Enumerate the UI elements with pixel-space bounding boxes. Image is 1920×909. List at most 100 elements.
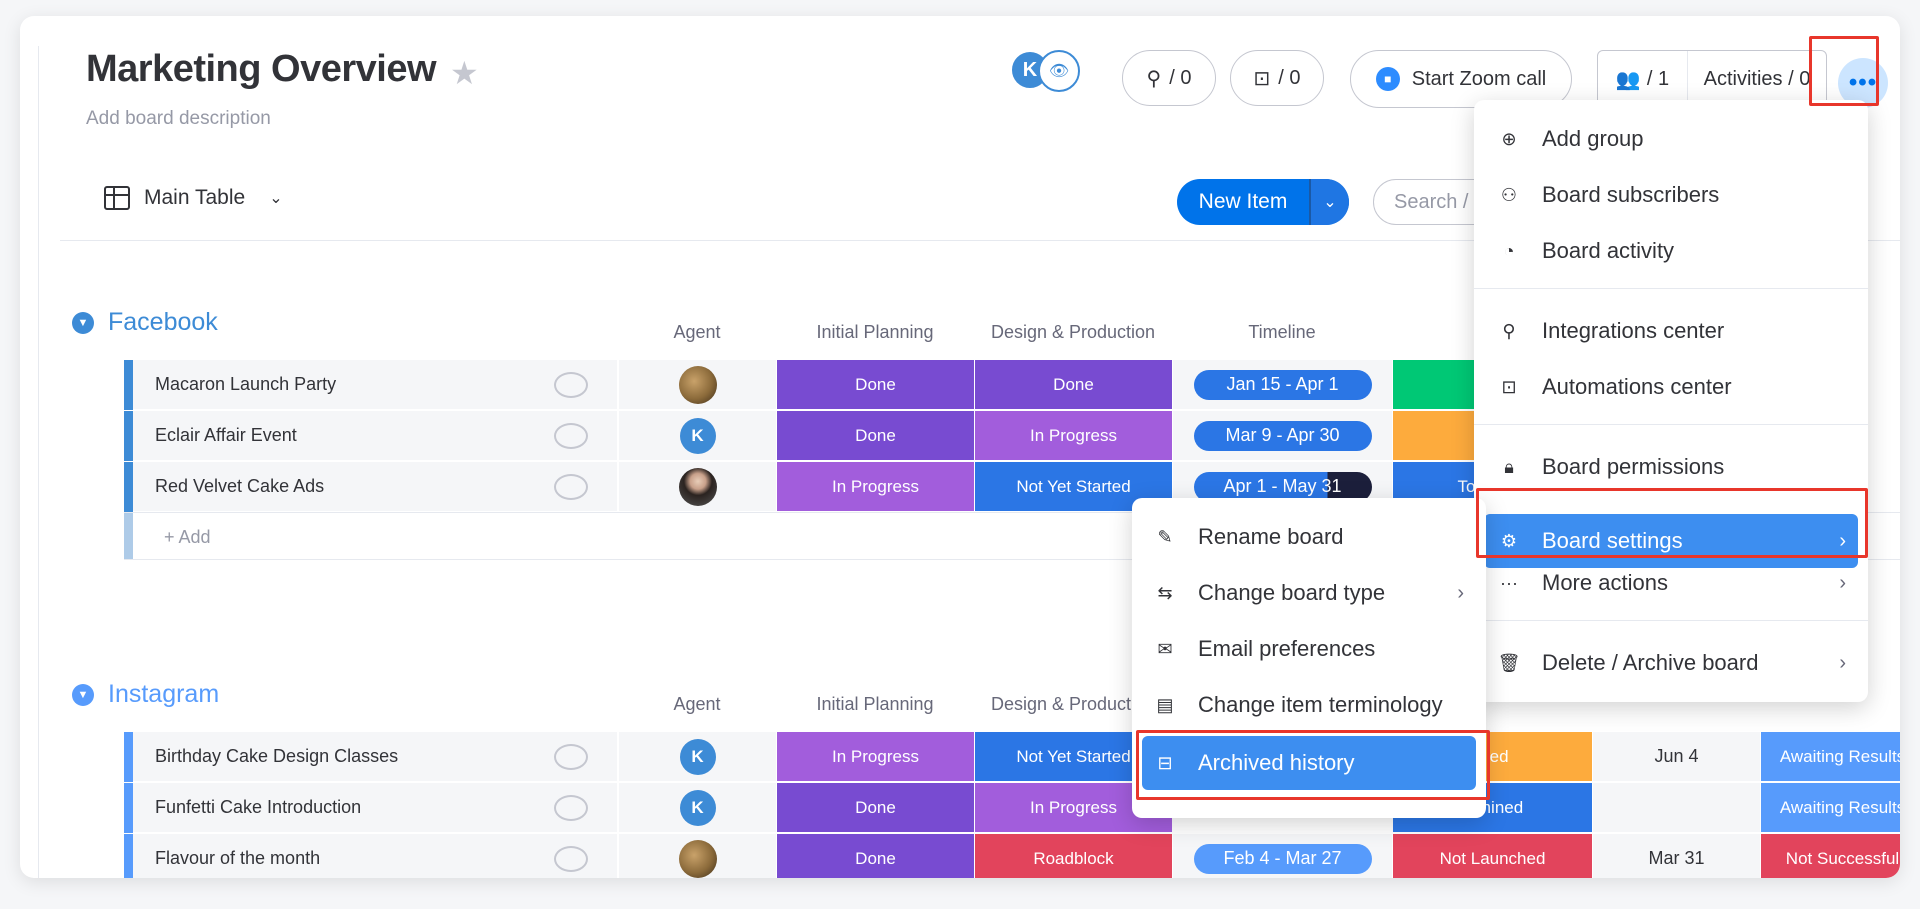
status-launch[interactable]: Not Launched [1392,834,1592,878]
menu-item-label: Change item terminology [1198,692,1443,717]
date-cell[interactable]: Mar 31 [1592,834,1760,878]
comment-icon[interactable] [554,474,588,500]
agent-cell[interactable]: K [618,783,776,833]
menu-item-integrations-center[interactable]: ⚲ Integrations center [1474,306,1868,356]
view-label: Main Table [144,186,246,209]
column-header-initial-planning[interactable]: Initial Planning [776,322,974,343]
avatar [678,467,717,506]
chevron-down-icon[interactable]: ⌄ [269,188,282,208]
agent-cell[interactable] [618,462,776,512]
collapse-icon[interactable]: ▼ [72,683,94,706]
comment-icon[interactable] [554,795,588,821]
persons-button[interactable]: 👥 / 1 [1598,51,1688,107]
column-header-agent[interactable]: Agent [618,322,776,343]
item-name[interactable]: Red Velvet Cake Ads [133,462,617,512]
item-name[interactable]: Birthday Cake Design Classes [133,732,617,782]
column-header-initial-planning[interactable]: Initial Planning [776,694,974,715]
column-header-agent[interactable]: Agent [618,694,776,715]
avatar [678,839,717,878]
status-results[interactable]: Not Successful [1760,834,1900,878]
activities-button[interactable]: Activities / 0 [1688,68,1826,91]
status-initial-planning[interactable]: In Progress [776,462,974,512]
automations-button[interactable]: ⊡ / 0 [1230,50,1324,106]
agent-cell[interactable]: K [618,732,776,782]
status-results[interactable]: Awaiting Results [1760,732,1900,782]
zoom-label: Start Zoom call [1411,67,1547,90]
row-stripe [124,834,133,878]
group-header-instagram[interactable]: ▼ Instagram [72,680,219,709]
status-design-production[interactable]: Roadblock [974,834,1172,878]
menu-item-change-board-type[interactable]: ⇆ Change board type › [1132,568,1486,618]
timeline-pill: Apr 1 - May 31 [1193,471,1372,502]
menu-item-board-subscribers[interactable]: ⚇ Board subscribers [1474,170,1868,220]
collapse-icon[interactable]: ▼ [72,311,94,334]
table-row[interactable]: Funfetti Cake Introduction K Done In Pro… [124,783,1900,833]
menu-item-email-preferences[interactable]: ✉ Email preferences [1132,624,1486,674]
view-tab-main-table[interactable]: Main Table ⌄ [104,186,283,210]
chevron-down-icon[interactable]: ⌄ [1309,179,1349,225]
agent-cell[interactable] [618,360,776,410]
item-name[interactable]: Macaron Launch Party [133,360,617,410]
menu-item-automations-center[interactable]: ⊡ Automations center [1474,362,1868,412]
item-name[interactable]: Funfetti Cake Introduction [133,783,617,833]
agent-cell[interactable]: K [618,411,776,461]
status-initial-planning[interactable]: Done [776,834,974,878]
table-row[interactable]: Flavour of the month Done Roadblock Feb … [124,834,1900,878]
comment-icon[interactable] [554,372,588,398]
timeline-start: Apr 1 - May [1223,476,1317,496]
comment-icon[interactable] [554,846,588,872]
menu-item-label: Add group [1542,126,1644,151]
menu-item-label: Board permissions [1542,454,1725,479]
star-icon[interactable]: ★ [450,54,479,92]
comment-icon[interactable] [554,744,588,770]
automations-count: / 0 [1278,66,1301,89]
date-cell[interactable]: Jun 4 [1592,732,1760,782]
board-title[interactable]: Marketing Overview [86,48,437,91]
column-header-timeline[interactable]: Timeline [1172,322,1392,343]
subscribers-icon: ⚇ [1500,184,1518,205]
persons-icon: 👥 [1615,68,1641,91]
menu-item-change-item-terminology[interactable]: ▤ Change item terminology [1132,680,1486,730]
status-results[interactable]: Awaiting Results [1760,783,1900,833]
item-name[interactable]: Eclair Affair Event [133,411,617,461]
integrations-button[interactable]: ⚲ / 0 [1122,50,1216,106]
status-initial-planning[interactable]: Done [776,411,974,461]
menu-item-label: Board settings [1542,528,1683,553]
status-initial-planning[interactable]: Done [776,360,974,410]
menu-item-board-activity[interactable]: ◔ Board activity [1474,226,1868,276]
group-name[interactable]: Facebook [108,308,218,337]
timeline-cell[interactable]: Mar 9 - Apr 30 [1172,411,1392,461]
new-item-button[interactable]: New Item ⌄ [1177,179,1349,225]
date-cell[interactable] [1592,783,1760,833]
add-item-label[interactable]: + Add [164,527,211,548]
item-name[interactable]: Flavour of the month [133,834,617,878]
table-row[interactable]: Birthday Cake Design Classes K In Progre… [124,732,1900,782]
status-design-production[interactable]: Done [974,360,1172,410]
menu-item-archived-history[interactable]: ⊟ Archived history [1142,736,1476,790]
guest-eye-icon[interactable]: 👁 [1038,50,1080,92]
board-description[interactable]: Add board description [86,108,271,130]
comment-icon[interactable] [554,423,588,449]
menu-item-more-actions[interactable]: ··· More actions › [1474,558,1868,608]
row-stripe [124,513,133,559]
status-initial-planning[interactable]: In Progress [776,732,974,782]
timeline-cell[interactable]: Jan 15 - Apr 1 [1172,360,1392,410]
menu-item-rename-board[interactable]: ✎ Rename board [1132,512,1486,562]
status-initial-planning[interactable]: Done [776,783,974,833]
menu-item-delete-archive-board[interactable]: 🗑︎ Delete / Archive board › [1474,638,1868,688]
menu-divider [1474,288,1868,289]
menu-item-label: Automations center [1542,374,1732,399]
status-design-production[interactable]: In Progress [974,411,1172,461]
board-card: Marketing Overview ★ Add board descripti… [20,16,1900,878]
robot-icon: ⊡ [1501,376,1517,397]
menu-item-add-group[interactable]: ⊕ Add group [1474,114,1868,164]
chevron-right-icon: › [1839,651,1846,674]
menu-item-label: Board activity [1542,238,1675,263]
menu-item-board-permissions[interactable]: 🔒︎ Board permissions [1474,442,1868,492]
column-header-design-production[interactable]: Design & Production [974,322,1172,343]
timeline-cell[interactable]: Feb 4 - Mar 27 [1172,834,1392,878]
group-name[interactable]: Instagram [108,680,219,709]
agent-cell[interactable] [618,834,776,878]
group-header-facebook[interactable]: ▼ Facebook [72,308,218,337]
board-members[interactable]: K 👁 [1010,50,1090,92]
